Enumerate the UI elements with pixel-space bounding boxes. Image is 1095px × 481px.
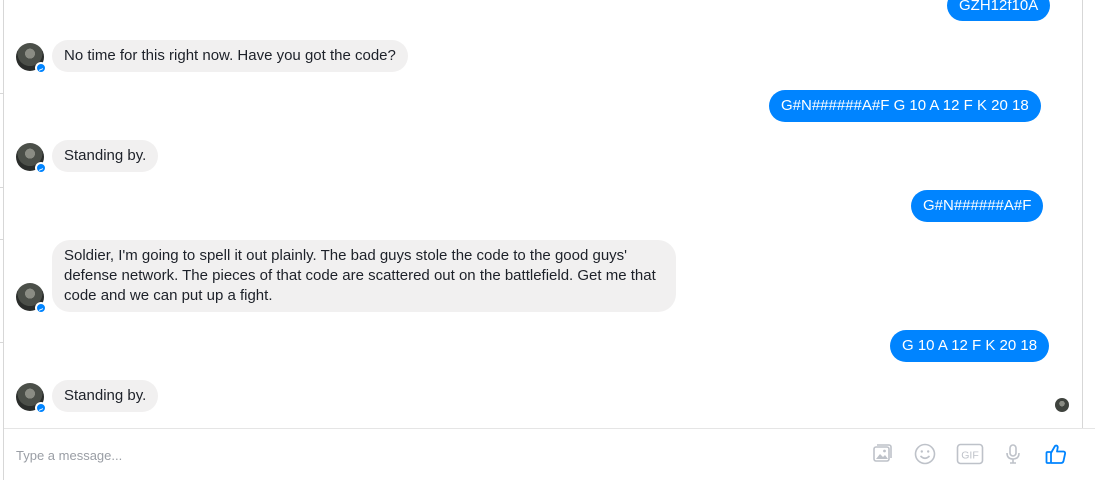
contact-avatar[interactable] xyxy=(16,283,47,314)
incoming-message: No time for this right now. Have you got… xyxy=(52,40,408,72)
contact-avatar[interactable] xyxy=(16,43,47,74)
message-input[interactable] xyxy=(16,447,836,463)
smiley-icon[interactable] xyxy=(913,442,937,466)
gif-icon[interactable]: GIF xyxy=(956,442,984,466)
message-composer: GIF xyxy=(4,428,1095,481)
outgoing-message: GZH12f10A xyxy=(947,0,1051,21)
messenger-badge-icon xyxy=(35,302,47,314)
messenger-badge-icon xyxy=(35,402,47,414)
seen-receipt-avatar xyxy=(1055,398,1069,412)
outgoing-message: G 10 A 12 F K 20 18 xyxy=(890,330,1050,362)
contact-avatar[interactable] xyxy=(16,383,47,414)
gif-label: GIF xyxy=(961,450,979,462)
messenger-badge-icon xyxy=(35,162,47,174)
contact-avatar[interactable] xyxy=(16,143,47,174)
messenger-badge-icon xyxy=(35,62,47,74)
photo-gallery-icon[interactable] xyxy=(870,442,894,466)
outgoing-message: G#N######A#F xyxy=(911,190,1044,222)
microphone-icon[interactable] xyxy=(1001,442,1025,466)
thumbs-up-icon[interactable] xyxy=(1044,442,1068,466)
incoming-message: Standing by. xyxy=(52,140,159,172)
message-thread[interactable]: GZH12f10A No time for this right now. Ha… xyxy=(0,0,1095,428)
outgoing-message: G#N######A#F G 10 A 12 F K 20 18 xyxy=(769,90,1041,122)
incoming-message: Standing by. xyxy=(52,380,159,412)
incoming-message: Soldier, I'm going to spell it out plain… xyxy=(52,240,676,312)
